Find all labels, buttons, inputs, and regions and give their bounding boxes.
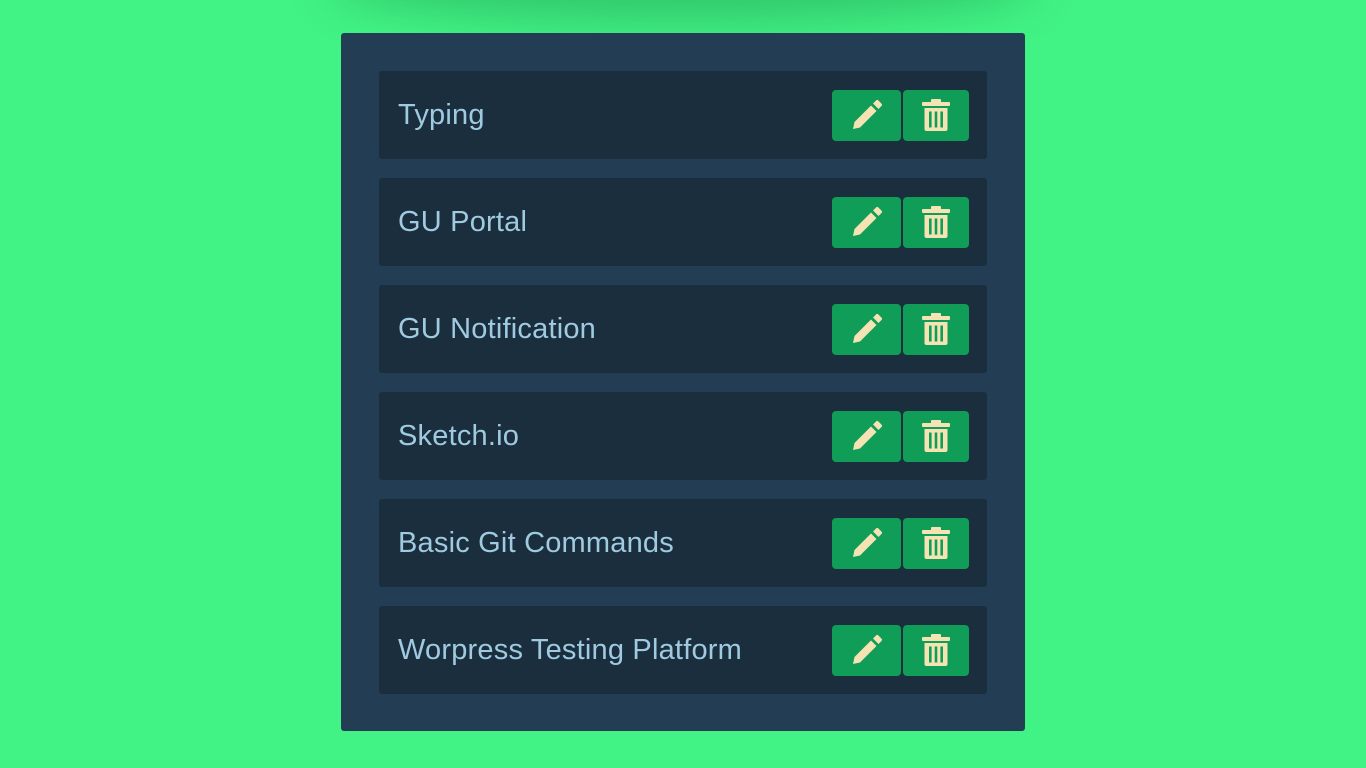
pencil-icon bbox=[852, 420, 882, 450]
trash-icon bbox=[922, 313, 950, 345]
delete-button[interactable] bbox=[903, 196, 969, 248]
pencil-icon bbox=[852, 527, 882, 557]
item-label: Worpress Testing Platform bbox=[398, 633, 742, 666]
item-actions bbox=[832, 410, 969, 462]
list-item: Typing bbox=[379, 71, 987, 159]
list-item: Basic Git Commands bbox=[379, 499, 987, 587]
delete-button[interactable] bbox=[903, 303, 969, 355]
delete-button[interactable] bbox=[903, 89, 969, 141]
edit-button[interactable] bbox=[832, 517, 901, 569]
edit-button[interactable] bbox=[832, 624, 901, 676]
list-panel: Typing GU Portal GU Notification Sketch.… bbox=[341, 33, 1025, 731]
list-item: GU Notification bbox=[379, 285, 987, 373]
delete-button[interactable] bbox=[903, 624, 969, 676]
trash-icon bbox=[922, 527, 950, 559]
edit-button[interactable] bbox=[832, 89, 901, 141]
item-label: Basic Git Commands bbox=[398, 526, 674, 559]
list-item: GU Portal bbox=[379, 178, 987, 266]
trash-icon bbox=[922, 206, 950, 238]
item-label: GU Notification bbox=[398, 312, 597, 345]
item-actions bbox=[832, 303, 969, 355]
delete-button[interactable] bbox=[903, 517, 969, 569]
trash-icon bbox=[922, 634, 950, 666]
trash-icon bbox=[922, 420, 950, 452]
pencil-icon bbox=[852, 206, 882, 236]
item-label: Typing bbox=[398, 98, 485, 131]
item-label: GU Portal bbox=[398, 205, 528, 238]
list-item: Worpress Testing Platform bbox=[379, 606, 987, 694]
edit-button[interactable] bbox=[832, 410, 901, 462]
pencil-icon bbox=[852, 99, 882, 129]
edit-button[interactable] bbox=[832, 303, 901, 355]
edit-button[interactable] bbox=[832, 196, 901, 248]
pencil-icon bbox=[852, 634, 882, 664]
trash-icon bbox=[922, 99, 950, 131]
item-actions bbox=[832, 517, 969, 569]
item-actions bbox=[832, 89, 969, 141]
item-actions bbox=[832, 624, 969, 676]
decorative-shadow bbox=[330, 0, 1036, 20]
item-actions bbox=[832, 196, 969, 248]
item-label: Sketch.io bbox=[398, 419, 520, 452]
delete-button[interactable] bbox=[903, 410, 969, 462]
list-item: Sketch.io bbox=[379, 392, 987, 480]
pencil-icon bbox=[852, 313, 882, 343]
